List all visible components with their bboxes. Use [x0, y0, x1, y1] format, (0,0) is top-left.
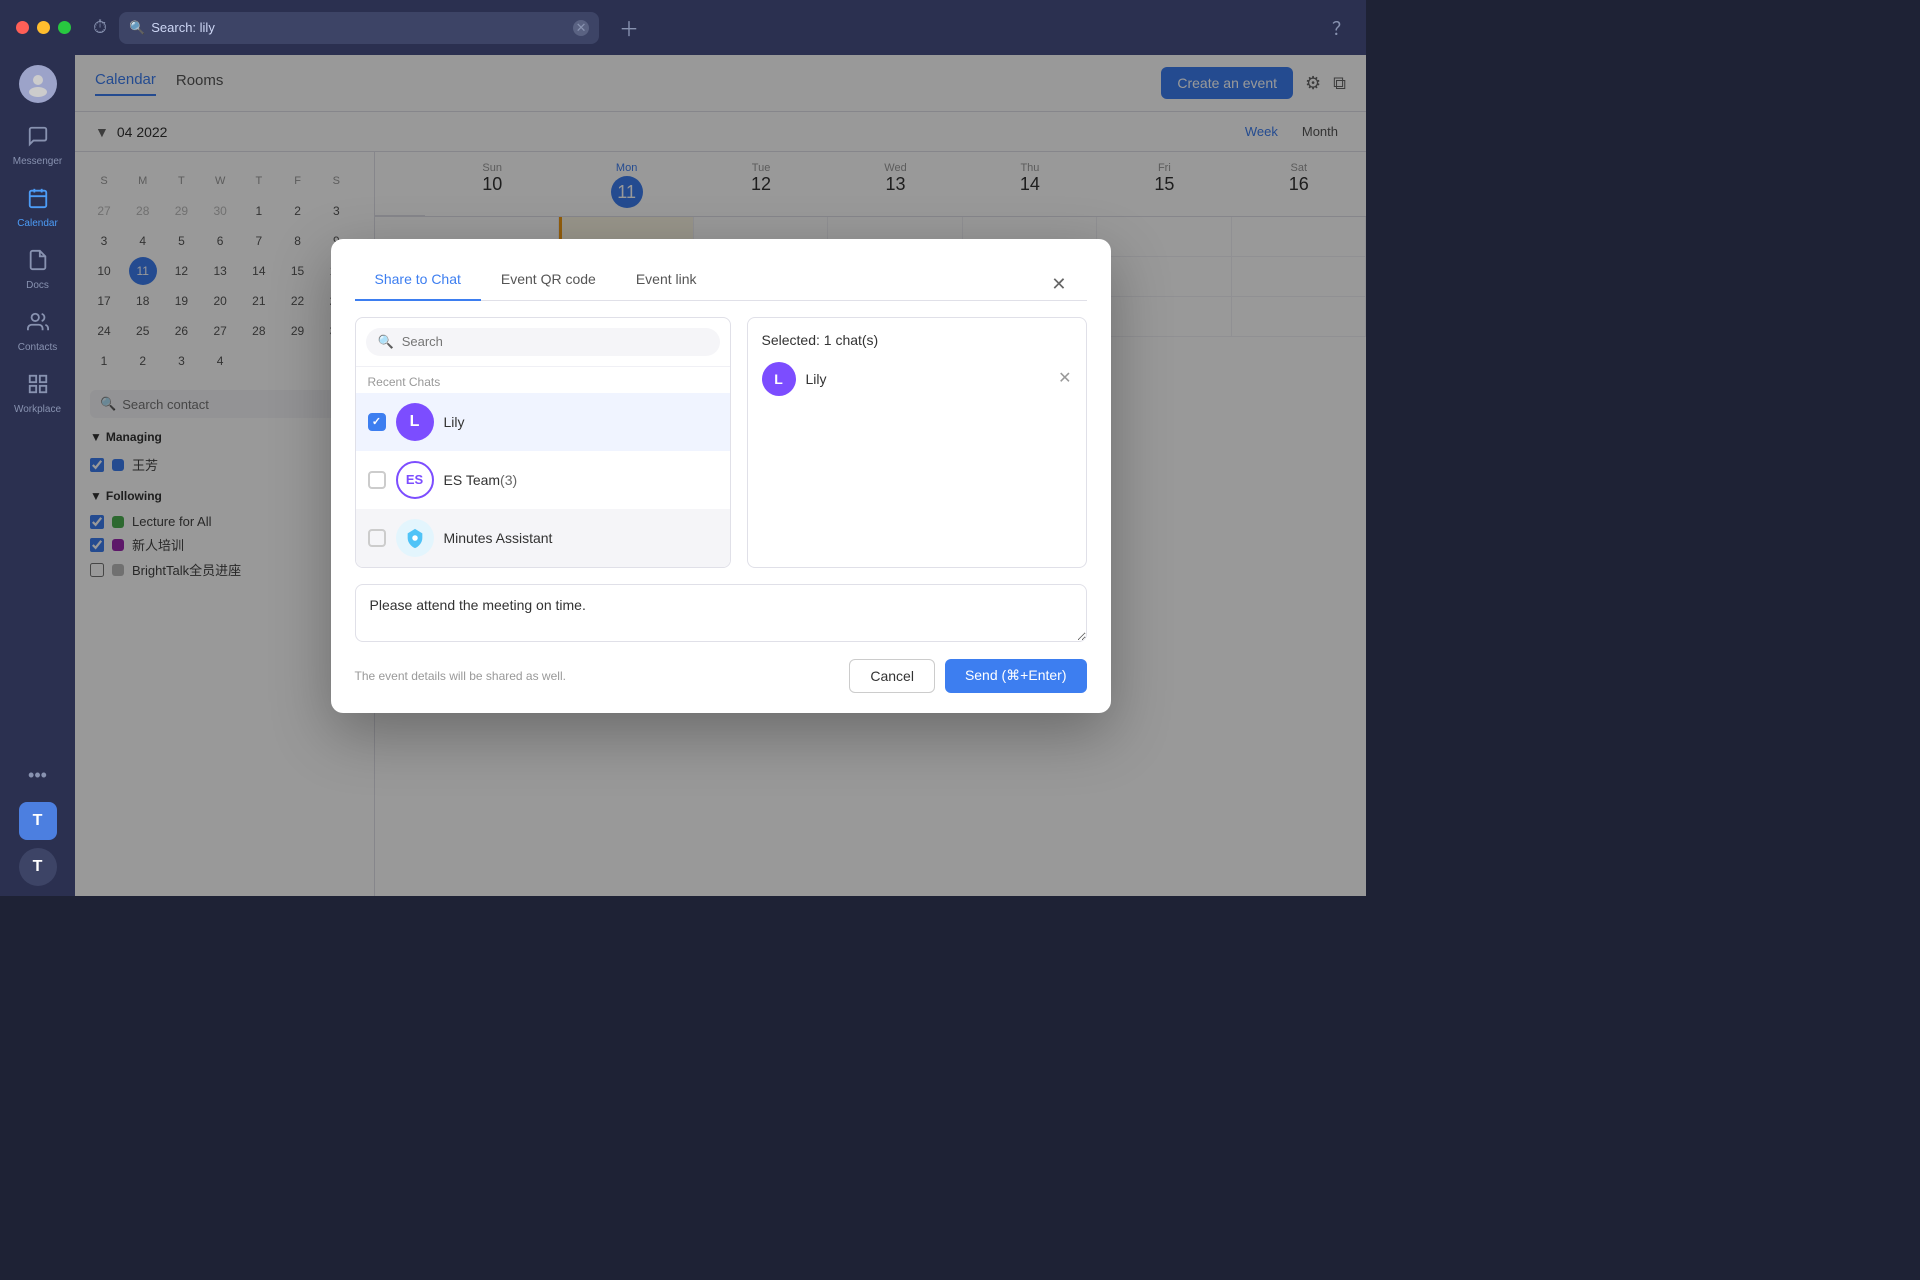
send-button[interactable]: Send (⌘+Enter) — [945, 659, 1087, 693]
chat-search-input[interactable] — [402, 334, 708, 349]
sidebar-item-messenger[interactable]: Messenger — [8, 117, 68, 175]
chat-search-icon: 🔍 — [378, 334, 394, 350]
modal-tabs: Share to Chat Event QR code Event link — [355, 259, 1087, 301]
sidebar-item-docs[interactable]: Docs — [8, 241, 68, 299]
tab-share-to-chat[interactable]: Share to Chat — [355, 259, 481, 301]
tab-event-qr-code[interactable]: Event QR code — [481, 259, 616, 301]
sidebar-item-label-messenger: Messenger — [13, 156, 62, 167]
more-dots[interactable]: ••• — [20, 757, 55, 794]
message-input[interactable]: Please attend the meeting on time. — [355, 584, 1087, 642]
main-content: Calendar Rooms Create an event ⚙ ⧉ ▼ 04 … — [75, 55, 1366, 896]
sidebar-item-calendar[interactable]: Calendar — [8, 179, 68, 237]
workplace-icon — [27, 373, 49, 401]
chat-item-es-team[interactable]: ES ES Team(3) — [356, 451, 730, 509]
search-icon: 🔍 — [129, 20, 145, 36]
modal-buttons: Cancel Send (⌘+Enter) — [849, 659, 1086, 693]
remove-lily-button[interactable]: ✕ — [1058, 371, 1071, 387]
sidebar-item-label-calendar: Calendar — [17, 218, 58, 229]
add-icon[interactable]: ＋ — [619, 13, 639, 42]
titlebar: ⏱ 🔍 ✕ ＋ ？ — [0, 0, 1366, 55]
recent-chats-label: Recent Chats — [356, 367, 730, 393]
chat-list: L Lily ES ES Team(3) — [356, 393, 730, 567]
es-team-count: (3) — [500, 472, 517, 488]
modal-actions: The event details will be shared as well… — [355, 659, 1087, 693]
modal-footer: Please attend the meeting on time. The e… — [331, 584, 1111, 713]
clear-search-icon[interactable]: ✕ — [573, 20, 589, 36]
global-search[interactable]: 🔍 ✕ — [119, 12, 599, 44]
selected-panel: Selected: 1 chat(s) L Lily ✕ — [747, 317, 1087, 568]
global-search-input[interactable] — [151, 20, 567, 35]
sidebar-item-label-docs: Docs — [26, 280, 49, 291]
messenger-icon — [27, 125, 49, 153]
sidebar-item-contacts[interactable]: Contacts — [8, 303, 68, 361]
chat-name-es-team: ES Team(3) — [444, 472, 518, 488]
selected-name-lily: Lily — [806, 371, 1049, 387]
chat-avatar-lily: L — [396, 403, 434, 441]
history-icon[interactable]: ⏱ — [93, 17, 107, 38]
modal-body: 🔍 Recent Chats L Lily — [331, 301, 1111, 584]
chat-checkbox-lily[interactable] — [368, 413, 386, 431]
modal-header-wrap: Share to Chat Event QR code Event link ✕ — [355, 259, 1087, 301]
contacts-icon — [27, 311, 49, 339]
avatar[interactable] — [19, 65, 57, 103]
sidebar-bottom: ••• T T — [19, 757, 57, 886]
traffic-lights — [16, 21, 71, 34]
user-avatar-t2[interactable]: T — [19, 848, 57, 886]
chat-item-lily[interactable]: L Lily — [356, 393, 730, 451]
tab-event-link[interactable]: Event link — [616, 259, 717, 301]
chat-avatar-es-team: ES — [396, 461, 434, 499]
share-to-chat-modal: Share to Chat Event QR code Event link ✕ — [331, 239, 1111, 713]
app-layout: Messenger Calendar Docs — [0, 55, 1366, 896]
docs-icon — [27, 249, 49, 277]
sidebar-item-label-workplace: Workplace — [14, 404, 61, 415]
selected-avatar-lily: L — [762, 362, 796, 396]
chat-checkbox-es-team[interactable] — [368, 471, 386, 489]
chat-search: 🔍 — [356, 318, 730, 367]
chat-list-panel: 🔍 Recent Chats L Lily — [355, 317, 731, 568]
chat-name-minutes-assistant: Minutes Assistant — [444, 530, 553, 546]
chat-search-inner[interactable]: 🔍 — [366, 328, 720, 356]
chat-name-lily: Lily — [444, 414, 465, 430]
calendar-icon — [27, 187, 49, 215]
sidebar: Messenger Calendar Docs — [0, 55, 75, 896]
user-avatar-t[interactable]: T — [19, 802, 57, 840]
selected-title: Selected: 1 chat(s) — [762, 332, 1072, 348]
help-icon[interactable]: ？ — [1332, 15, 1350, 41]
sidebar-item-label-contacts: Contacts — [18, 342, 57, 353]
chat-avatar-minutes-assistant — [396, 519, 434, 557]
chat-checkbox-minutes-assistant[interactable] — [368, 529, 386, 547]
selected-item-lily: L Lily ✕ — [762, 362, 1072, 396]
maximize-traffic-light[interactable] — [58, 21, 71, 34]
close-traffic-light[interactable] — [16, 21, 29, 34]
minimize-traffic-light[interactable] — [37, 21, 50, 34]
cancel-button[interactable]: Cancel — [849, 659, 935, 693]
modal-header: Share to Chat Event QR code Event link ✕ — [331, 239, 1111, 301]
event-note: The event details will be shared as well… — [355, 669, 566, 683]
modal-close-button[interactable]: ✕ — [1051, 275, 1066, 293]
sidebar-item-workplace[interactable]: Workplace — [8, 365, 68, 423]
chat-item-minutes-assistant[interactable]: Minutes Assistant — [356, 509, 730, 567]
modal-overlay: Share to Chat Event QR code Event link ✕ — [75, 55, 1366, 896]
